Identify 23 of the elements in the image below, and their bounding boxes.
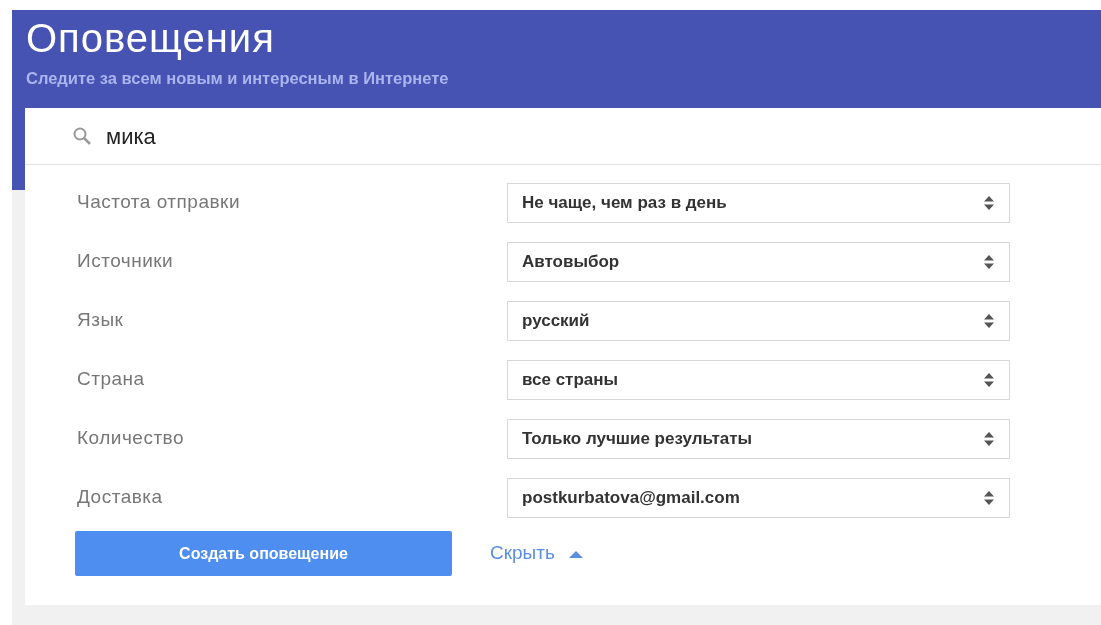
dropdown[interactable]: postkurbatova@gmail.com [507,477,1010,518]
sort-arrows-icon [983,371,995,388]
setting-label: Источники [77,249,175,274]
dropdown[interactable]: Только лучшие результаты [507,418,1010,459]
dropdown[interactable]: все страны [507,359,1010,400]
setting-label: Количество [77,426,186,451]
setting-label: Страна [77,367,146,392]
dropdown[interactable]: русский [507,300,1010,341]
setting-label: Язык [77,308,125,333]
dropdown[interactable]: Не чаще, чем раз в день [507,182,1010,223]
sort-arrows-icon [983,253,995,270]
sort-arrows-icon [983,194,995,211]
setting-label: Доставка [77,485,164,510]
search-field[interactable]: мика [25,108,1101,165]
page-subtitle: Следите за всем новым и интересным в Интернете [26,68,449,89]
sort-arrows-icon [983,312,995,329]
dropdown[interactable]: Автовыбор [507,241,1010,282]
page-title: Оповещения [26,16,276,60]
caret-icon [568,549,583,558]
search-icon [72,126,92,146]
setting-label: Частота отправки [77,190,241,215]
sort-arrows-icon [983,430,995,447]
sort-arrows-icon [983,489,995,506]
